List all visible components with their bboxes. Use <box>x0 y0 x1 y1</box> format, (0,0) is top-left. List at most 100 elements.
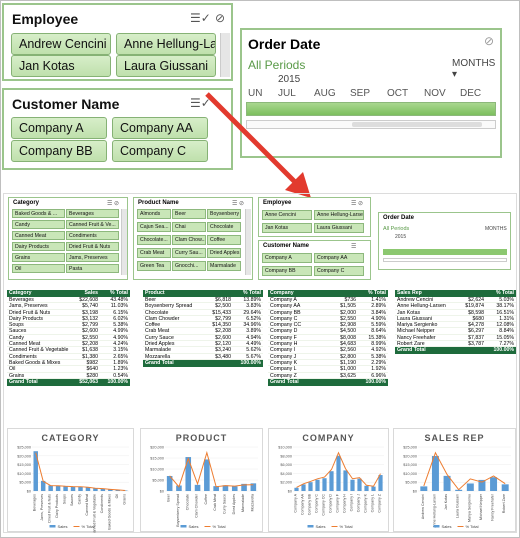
month-label: SEP <box>350 88 371 99</box>
y-tick-label: $5,000 <box>405 481 417 485</box>
scrollbar[interactable] <box>245 209 251 275</box>
mini-btn[interactable]: Grains <box>12 253 65 262</box>
employee-btn-0[interactable]: Andrew Cencini <box>11 33 111 55</box>
sales-value: $982 <box>86 359 98 366</box>
mini-btn[interactable]: Jams, Preserves <box>66 253 119 262</box>
mini-btn[interactable]: Dried Fruit & Nuts <box>66 242 119 251</box>
mini-btn[interactable]: Company BB <box>262 266 312 276</box>
mini-btn[interactable]: Dairy Products <box>12 242 65 251</box>
row-label: Baked Goods & Mixes <box>9 359 61 366</box>
clear-filter-icon[interactable]: ⊘ <box>212 11 228 25</box>
chart-bar <box>204 459 210 491</box>
chart-bar <box>194 484 201 491</box>
mini-btn[interactable]: Oil <box>12 264 65 273</box>
employee-btn-1[interactable]: Anne Hellung-La... <box>116 33 216 55</box>
x-tick-label: Company F <box>336 493 340 512</box>
sales-value: $2,908 <box>340 322 356 329</box>
multi-select-icon[interactable]: ☰✓ <box>190 11 211 25</box>
percent-value: 4.24% <box>113 341 128 348</box>
customer-btn-1[interactable]: Company AA <box>112 117 208 139</box>
x-tick-label: Marmalade <box>241 494 245 512</box>
mini-btn[interactable]: Beverages <box>66 209 119 218</box>
timeline-level[interactable]: MONTHS ▾ <box>452 58 500 80</box>
mini-btn[interactable]: Anne Cencini <box>262 210 312 220</box>
multi-select-icon[interactable]: ☰ ⊘ <box>107 200 119 207</box>
y-tick-label: $0 <box>27 490 31 494</box>
mini-btn[interactable]: Gnocchi... <box>172 261 206 271</box>
mini-btn[interactable]: Company A <box>262 253 312 263</box>
multi-select-icon[interactable]: ☰✓ <box>190 96 211 110</box>
mini-btn[interactable]: Green Tea <box>137 261 171 271</box>
mini-btn[interactable]: Company C <box>314 266 364 276</box>
x-tick-label: Company AA <box>301 493 305 515</box>
x-tick-label: Boysenberry Spread <box>176 494 180 527</box>
mini-btn[interactable]: Canned Meat <box>12 231 65 240</box>
row-label: Company Z <box>270 372 297 378</box>
customer-btn-2[interactable]: Company BB <box>11 140 107 162</box>
row-label: Dried Fruit & Nuts <box>9 309 51 315</box>
mini-btn[interactable]: Beer <box>172 209 206 219</box>
mini-btn[interactable]: Canned Fruit & Ve... <box>66 220 119 229</box>
sales-value: $1,190 <box>340 359 356 366</box>
y-tick-label: $2,000 <box>280 481 292 485</box>
mini-btn[interactable]: Condiments <box>66 231 119 240</box>
timeline-bar[interactable] <box>246 102 496 116</box>
mini-btn[interactable]: Boysenberry S... <box>207 209 241 219</box>
multi-select-icon[interactable]: ☰ <box>351 243 356 250</box>
row-label: Mozzarella <box>145 353 171 359</box>
mini-btn[interactable]: Crab Meat <box>137 248 171 258</box>
company-chart: COMPANY $10,000 $8,000 $6,000 $4,000 $2,000 $… <box>268 428 389 532</box>
mini-btn[interactable]: Pasta <box>66 264 119 273</box>
x-tick-label: Crab Meat <box>213 494 217 511</box>
mini-btn[interactable]: Dried Apples <box>207 248 241 258</box>
mini-btn[interactable]: Chocolate... <box>137 235 171 245</box>
employee-slicer: Employee ☰✓ ⊘ Andrew Cencini Anne Hellun… <box>2 3 233 81</box>
percent-value: 6.15% <box>113 309 128 316</box>
chart-bar <box>501 484 509 491</box>
sales-value: $4,683 <box>340 341 356 348</box>
mini-product-title: Product Name <box>138 200 179 206</box>
mini-btn[interactable]: Baked Goods & ... <box>12 209 65 218</box>
product-pivot-table: Product % Total Beer $6,818 13.89% Boysenberr… <box>143 290 263 367</box>
timeline-scrollbar[interactable] <box>246 120 496 129</box>
employee-btn-3[interactable]: Laura Giussani <box>116 55 216 77</box>
employee-btn-2[interactable]: Jan Kotas <box>11 55 111 77</box>
customer-btn-3[interactable]: Company C <box>112 140 208 162</box>
mini-btn[interactable]: Marmalade <box>207 261 241 271</box>
mini-btn[interactable]: Chai <box>172 222 206 232</box>
mini-btn[interactable]: Cajun Sea... <box>137 222 171 232</box>
mini-btn[interactable]: Clam Chow... <box>172 235 206 245</box>
scrollbar[interactable] <box>121 209 127 275</box>
scrollbar[interactable] <box>220 33 230 77</box>
y-tick-label: $10,000 <box>17 472 31 476</box>
sales-value: $3,787 <box>468 341 484 348</box>
mini-btn[interactable]: Jan Kotas <box>262 223 312 233</box>
y-tick-label: $10,000 <box>278 446 292 450</box>
mini-btn[interactable]: Company AA <box>314 253 364 263</box>
mini-btn[interactable]: Laura Giussani <box>314 223 364 233</box>
mini-timeline-bar[interactable] <box>383 249 507 255</box>
mini-btn[interactable]: Chocolate <box>207 222 241 232</box>
clear-filter-icon[interactable]: ⊘ <box>484 34 494 48</box>
mini-btn[interactable]: Candy <box>12 220 65 229</box>
y-tick-label: $0 <box>160 490 164 494</box>
month-label: UN <box>248 88 263 99</box>
mini-btn[interactable]: Curry Sau... <box>172 248 206 258</box>
y-tick-label: $8,000 <box>280 454 292 458</box>
multi-select-icon[interactable]: ☰ ⊘ <box>351 200 363 207</box>
mini-btn[interactable]: Coffee <box>207 235 241 245</box>
percent-value: 11.03% <box>110 303 128 310</box>
y-tick-label: $5,000 <box>152 479 164 483</box>
percent-value: 2.89% <box>371 303 386 310</box>
customer-btn-0[interactable]: Company A <box>11 117 107 139</box>
mini-timeline-scrollbar[interactable] <box>383 258 507 262</box>
mini-btn[interactable]: Almonds <box>137 209 171 219</box>
percent-value: 15.38% <box>368 334 386 341</box>
row-label: Company L <box>270 366 297 372</box>
x-tick-label: Coffee <box>204 494 208 505</box>
chart-bar <box>294 487 299 491</box>
column-header <box>328 290 358 297</box>
mini-btn[interactable]: Anne Hellung-Larse... <box>314 210 364 220</box>
mini-timeline-level[interactable]: MONTHS <box>485 226 507 232</box>
multi-select-icon[interactable]: ☰ ⊘ <box>232 200 244 207</box>
